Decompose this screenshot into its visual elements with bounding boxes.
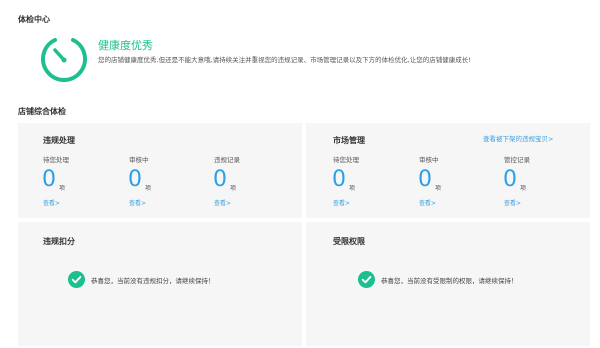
restriction-message: 恭喜您，当前没有受限制的权限，请继续保持！	[381, 276, 518, 285]
market-pending-count: 0	[332, 167, 346, 192]
removed-items-link[interactable]: 查看被下架的违规宝贝>	[483, 133, 553, 143]
record-label: 违规记录	[214, 156, 240, 164]
restriction-panel: 受限权限 恭喜您，当前没有受限制的权限，请继续保持！	[306, 222, 590, 346]
section-title: 店铺综合体检	[18, 107, 66, 116]
deduction-panel: 违规扣分 恭喜您，当前没有违规扣分，请继续保持！	[18, 222, 302, 346]
violation-panel-title: 违规处理	[43, 136, 75, 145]
reviewing-unit: 项	[145, 185, 152, 192]
market-reviewing-label: 审核中	[419, 156, 439, 164]
violation-panel: 违规处理 待您处理 0 项 查看> 审核中 0 项 查看> 违规记录 0 项 查…	[18, 123, 302, 218]
market-reviewing-count: 0	[418, 167, 432, 192]
gauge-icon	[38, 33, 90, 85]
market-reviewing-unit: 项	[435, 185, 442, 192]
restriction-panel-title: 受限权限	[333, 237, 365, 246]
record-unit: 项	[230, 185, 237, 192]
health-description: 您的店铺健康度优秀,但还是不能大意哦,请持续关注并重视您的违规记录、市场管理记录…	[98, 56, 471, 64]
market-panel-title: 市场管理	[333, 136, 365, 145]
deduction-ok-row: 恭喜您，当前没有违规扣分，请继续保持！	[68, 271, 215, 288]
control-record-view-link[interactable]: 查看>	[504, 198, 521, 207]
record-view-link[interactable]: 查看>	[214, 198, 231, 207]
deduction-message: 恭喜您，当前没有违规扣分，请继续保持！	[91, 276, 215, 285]
page-title: 体检中心	[18, 15, 50, 24]
deduction-panel-title: 违规扣分	[43, 237, 75, 246]
control-record-unit: 项	[520, 185, 527, 192]
record-count: 0	[213, 167, 227, 192]
reviewing-count: 0	[128, 167, 142, 192]
restriction-ok-row: 恭喜您，当前没有受限制的权限，请继续保持！	[358, 271, 518, 288]
market-pending-unit: 项	[349, 185, 356, 192]
market-panel: 市场管理 查看被下架的违规宝贝> 待您处理 0 项 查看> 审核中 0 项 查看…	[306, 123, 590, 218]
reviewing-label: 审核中	[129, 156, 149, 164]
check-circle-icon	[358, 271, 375, 288]
control-record-count: 0	[503, 167, 517, 192]
market-reviewing-view-link[interactable]: 查看>	[419, 198, 436, 207]
pending-count: 0	[42, 167, 56, 192]
reviewing-view-link[interactable]: 查看>	[129, 198, 146, 207]
control-record-label: 管控记录	[504, 156, 530, 164]
health-status-title: 健康度优秀	[98, 39, 153, 52]
market-pending-view-link[interactable]: 查看>	[333, 198, 350, 207]
pending-label: 待您处理	[43, 156, 69, 164]
market-pending-label: 待您处理	[333, 156, 359, 164]
check-circle-icon	[68, 271, 85, 288]
pending-unit: 项	[59, 185, 66, 192]
pending-view-link[interactable]: 查看>	[43, 198, 60, 207]
